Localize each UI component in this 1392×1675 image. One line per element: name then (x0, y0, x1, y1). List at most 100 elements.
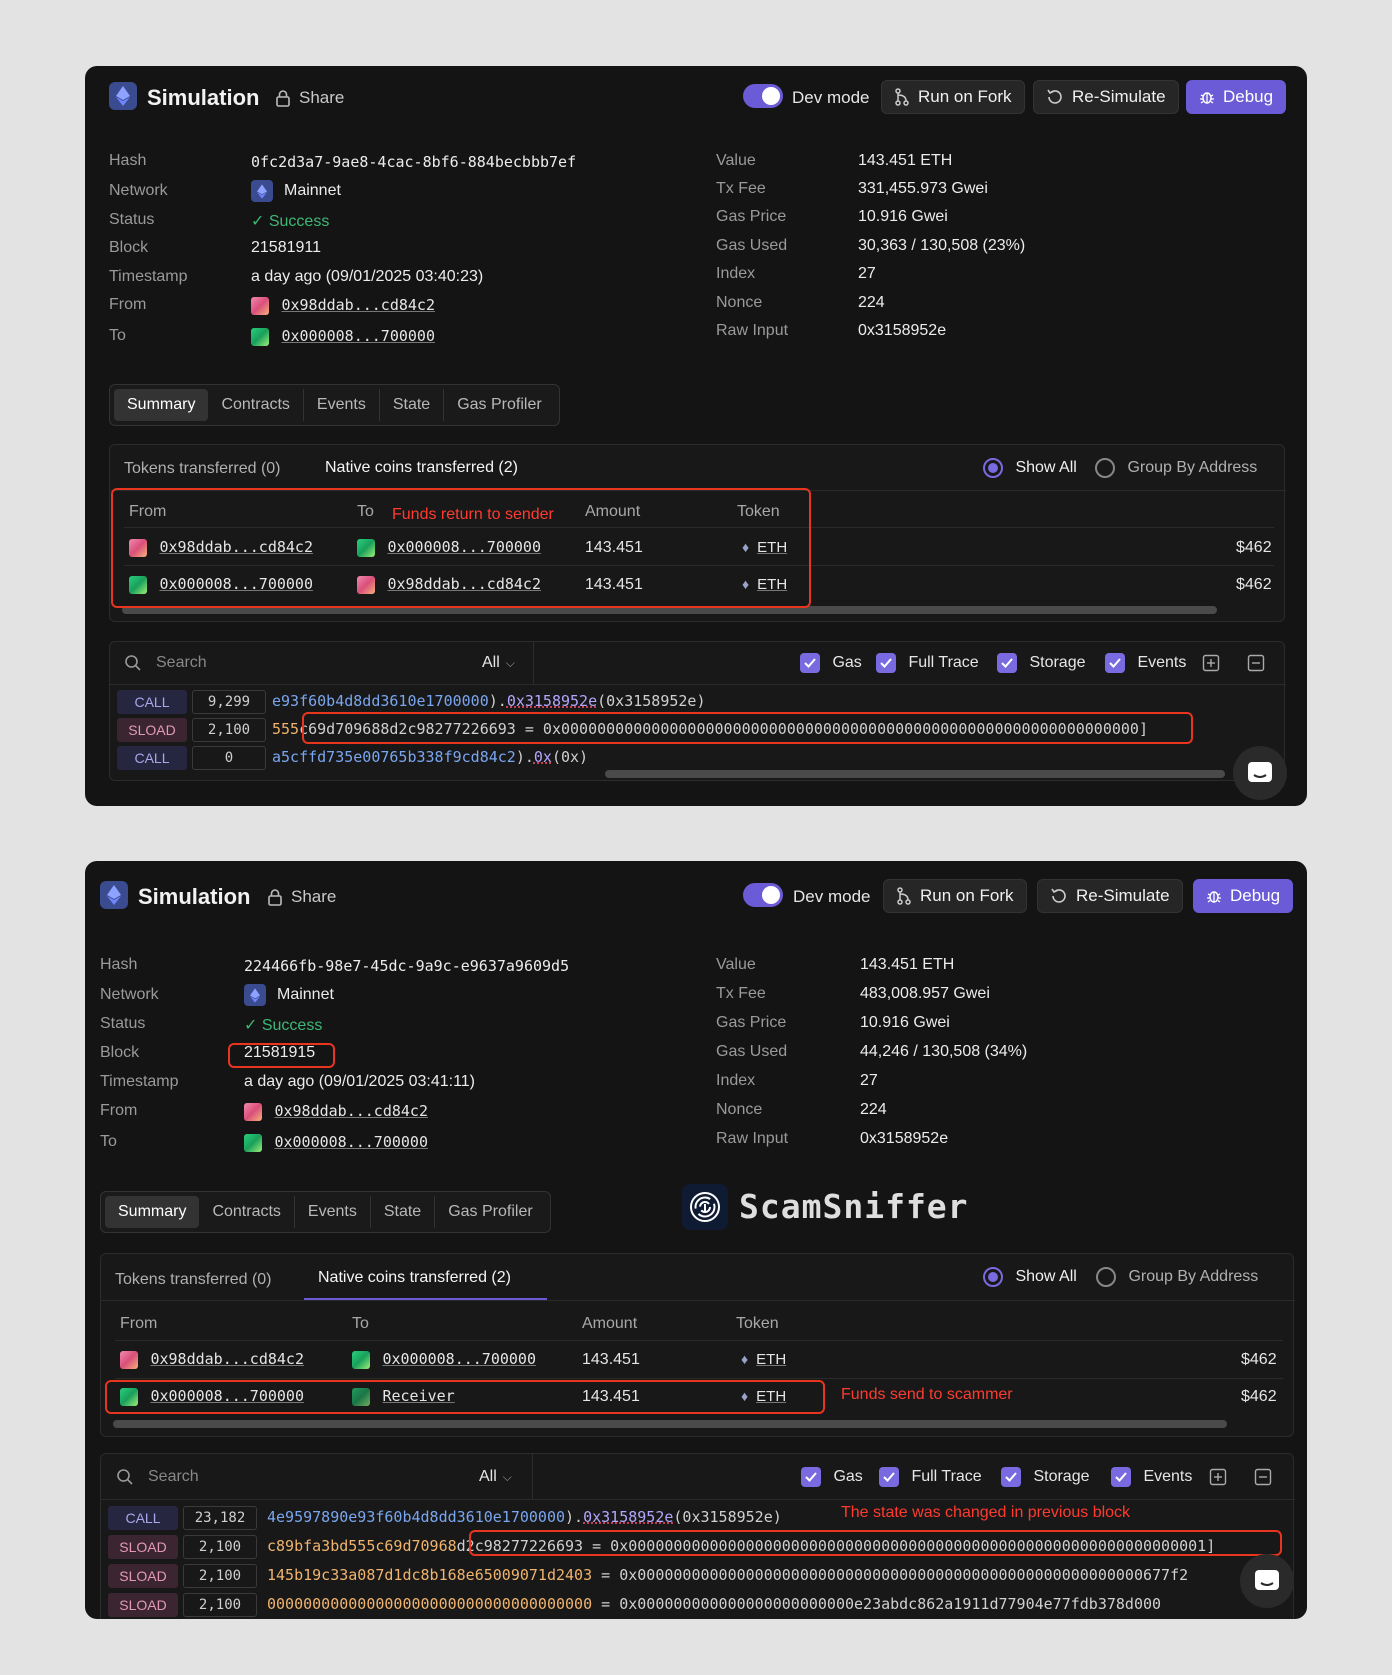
tx-fee-value: 483,008.957 Gwei (860, 985, 990, 1002)
events-checkbox[interactable]: Events (1105, 653, 1186, 673)
storage-checkbox[interactable]: Storage (1001, 1467, 1090, 1487)
from-address-link[interactable]: 0x98ddab...cd84c2 (281, 296, 435, 314)
trace-sep: ). (565, 1508, 584, 1526)
tab-events[interactable]: Events (295, 1196, 371, 1228)
events-checkbox[interactable]: Events (1111, 1467, 1192, 1487)
check-icon (876, 653, 896, 673)
hash-value: 224466fb-98e7-45dc-9a9c-e9637a9609d5 (244, 957, 570, 975)
show-all-radio[interactable]: Show All (983, 1267, 1077, 1287)
share-button[interactable]: Share (267, 887, 336, 907)
ethereum-icon (109, 82, 137, 110)
tab-contracts[interactable]: Contracts (199, 1196, 295, 1228)
tab-summary[interactable]: Summary (105, 1196, 200, 1228)
trace-line[interactable]: 145b19c33a087d1dc8b168e65009071d2403 = 0… (267, 1566, 1188, 1584)
group-by-address-radio[interactable]: Group By Address (1095, 458, 1257, 478)
tab-summary[interactable]: Summary (114, 389, 209, 421)
to-address-link[interactable]: 0x000008...700000 (274, 1133, 428, 1151)
value-label: Value (716, 152, 756, 169)
avatar (244, 1102, 262, 1121)
trace-line[interactable]: a5cffd735e00765b338f9cd84c2).0x(0x) (272, 748, 588, 766)
share-button[interactable]: Share (275, 88, 344, 108)
search-input[interactable]: Search (148, 1468, 199, 1486)
tab-tokens-transferred[interactable]: Tokens transferred (0) (124, 460, 281, 478)
group-by-address-radio[interactable]: Group By Address (1096, 1267, 1258, 1287)
check-icon: ✓ (251, 213, 269, 230)
network-label: Network (100, 986, 159, 1003)
trace-sep: ). (515, 748, 534, 766)
debug-label: Debug (1230, 886, 1281, 905)
full-trace-checkbox[interactable]: Full Trace (879, 1467, 982, 1487)
events-label: Events (1137, 654, 1187, 672)
tab-gas-profiler[interactable]: Gas Profiler (444, 389, 554, 421)
group-by-address-label: Group By Address (1128, 1268, 1259, 1286)
filter-select[interactable]: All ⌵ (482, 654, 515, 672)
check-icon (1111, 1467, 1131, 1487)
run-on-fork-button[interactable]: Run on Fork (883, 879, 1027, 913)
full-trace-checkbox[interactable]: Full Trace (876, 653, 979, 673)
tx-fee-label: Tx Fee (716, 985, 766, 1002)
token-link[interactable]: ETH (756, 1351, 786, 1368)
dev-mode-toggle[interactable] (743, 883, 783, 907)
table-cell: ♦ ETH (741, 1351, 786, 1369)
status-value: Success (261, 1017, 323, 1034)
check-icon (1001, 1467, 1021, 1487)
tab-native-coins[interactable]: Native coins transferred (2) (325, 459, 518, 477)
to-label: To (100, 1133, 117, 1150)
re-simulate-label: Re-Simulate (1076, 886, 1170, 905)
opcode-badge: SLOAD (108, 1564, 178, 1588)
tab-tokens-transferred[interactable]: Tokens transferred (0) (115, 1271, 272, 1289)
trace-method[interactable]: 0x (534, 748, 552, 766)
transfer-usd: $462 (1241, 1388, 1277, 1405)
trace-line[interactable]: 4e9597890e93f60b4d8dd3610e1700000).0x315… (267, 1508, 782, 1526)
expand-all-icon[interactable] (1202, 654, 1220, 677)
index-label: Index (716, 1072, 756, 1089)
tab-events[interactable]: Events (304, 389, 380, 421)
gas-used-value: 30,363 / 130,508 (23%) (858, 237, 1026, 254)
show-all-radio[interactable]: Show All (983, 458, 1077, 478)
re-simulate-button[interactable]: Re-Simulate (1037, 879, 1183, 913)
annotation-box (302, 712, 1193, 744)
gas-price-label: Gas Price (716, 1014, 787, 1031)
expand-all-icon[interactable] (1209, 1468, 1227, 1491)
transfer-from-link[interactable]: 0x98ddab...cd84c2 (150, 1350, 304, 1368)
from-address-link[interactable]: 0x98ddab...cd84c2 (274, 1102, 428, 1120)
to-address-link[interactable]: 0x000008...700000 (281, 327, 435, 345)
collapse-all-icon[interactable] (1247, 654, 1265, 677)
trace-method[interactable]: 0x3158952e (507, 692, 597, 710)
chat-button[interactable] (1233, 746, 1287, 800)
col-token: Token (736, 1315, 779, 1332)
status-label: Status (100, 1015, 146, 1032)
dev-mode-toggle[interactable] (743, 84, 783, 108)
debug-button[interactable]: Debug (1186, 80, 1287, 114)
debug-button[interactable]: Debug (1193, 879, 1294, 913)
filter-select[interactable]: All ⌵ (479, 1468, 512, 1486)
search-input[interactable]: Search (156, 654, 207, 672)
trace-slot: 555 (272, 720, 300, 738)
gas-used-value: 44,246 / 130,508 (34%) (860, 1043, 1028, 1060)
tab-state[interactable]: State (371, 1196, 436, 1228)
storage-checkbox[interactable]: Storage (997, 653, 1086, 673)
run-on-fork-button[interactable]: Run on Fork (881, 80, 1025, 114)
status-label: Status (109, 211, 155, 228)
trace-line[interactable]: 000000000000000000000000000000000000 = 0… (267, 1595, 1161, 1613)
horizontal-scrollbar[interactable] (605, 770, 1225, 778)
trace-method[interactable]: 0x3158952e (583, 1508, 673, 1526)
collapse-all-icon[interactable] (1254, 1468, 1272, 1491)
gas-checkbox[interactable]: Gas (801, 1467, 863, 1487)
trace-line[interactable]: e93f60b4d8dd3610e1700000).0x3158952e(0x3… (272, 692, 706, 710)
annotation-box (469, 1530, 1282, 1556)
tx-fee-value: 331,455.973 Gwei (858, 180, 988, 197)
tab-contracts[interactable]: Contracts (208, 389, 304, 421)
index-value: 27 (858, 265, 876, 282)
chat-button[interactable] (1240, 1554, 1294, 1608)
tab-state[interactable]: State (380, 389, 445, 421)
refresh-icon (1051, 888, 1066, 903)
tab-gas-profiler[interactable]: Gas Profiler (435, 1196, 545, 1228)
transfer-amount: 143.451 (582, 1351, 640, 1368)
gas-checkbox[interactable]: Gas (800, 653, 862, 673)
re-simulate-button[interactable]: Re-Simulate (1033, 80, 1179, 114)
trace-value: = 0x000000000000000000000000e23abdc862a1… (592, 1595, 1162, 1613)
horizontal-scrollbar[interactable] (113, 1420, 1227, 1428)
transfer-to-link[interactable]: 0x000008...700000 (382, 1350, 536, 1368)
tab-native-coins[interactable]: Native coins transferred (2) (318, 1269, 511, 1287)
